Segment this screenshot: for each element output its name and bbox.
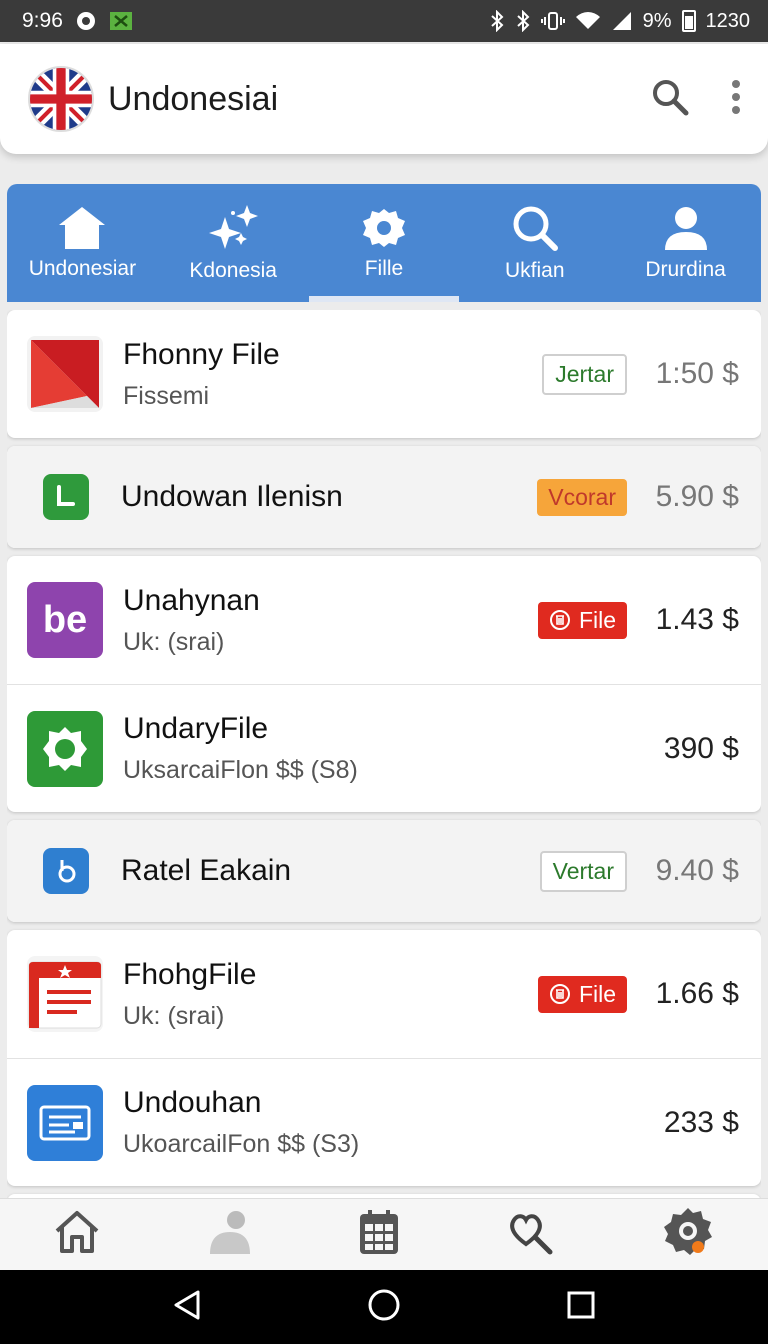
item-price: 1.43 $ [655, 603, 739, 636]
tab-drurdina[interactable]: Drurdina [610, 184, 761, 302]
item-subtitle: UksarcaiFlon $$ (S8) [123, 756, 358, 784]
item-price: 5.90 $ [655, 480, 739, 513]
item-title: Unahynan [123, 583, 260, 617]
item-price: 233 $ [663, 1105, 739, 1139]
bluetooth-icon [489, 10, 505, 32]
notification-icon [75, 10, 97, 32]
search-icon[interactable] [650, 77, 690, 122]
list-item[interactable]: FhohgFile Uk: (srai) File 1.66 $ [7, 930, 761, 1058]
gear-icon [362, 209, 405, 247]
list-item[interactable]: be Unahynan Uk: (srai) File 1.43 $ [7, 556, 761, 684]
item-title: FhohgFile [123, 957, 257, 991]
item-price: 390 $ [663, 731, 739, 765]
item-price: 9.40 $ [655, 854, 739, 887]
item-subtitle: UkoarcailFon $$ (S3) [123, 1130, 360, 1158]
calendar-icon[interactable] [358, 1208, 400, 1261]
battery-percent: 9% [642, 9, 672, 32]
app-title: Undonesiai [108, 79, 279, 118]
tab-bar: Undonesiar Kdonesia Fille Ukfian Drurdin… [7, 184, 761, 302]
status-clock: 1230 [705, 9, 751, 32]
list-card: Ratel Eakain Vertar 9.40 $ [7, 820, 761, 922]
list-item[interactable]: Undowan Ilenisn Vcorar 5.90 $ [7, 446, 761, 548]
item-price: 1.66 $ [655, 977, 739, 1010]
behance-icon: be [27, 582, 103, 658]
item-title: UndaryFile [123, 712, 269, 745]
signal-icon [611, 11, 633, 31]
item-subtitle: Uk: (srai) [123, 1001, 225, 1030]
status-badge[interactable]: Vcorar [537, 478, 627, 516]
list-item[interactable]: Undouhan UkoarcailFon $$ (S3) 233 $ [7, 1058, 761, 1186]
trash-icon [549, 610, 570, 630]
profile-icon[interactable] [208, 1208, 252, 1261]
file-badge[interactable]: File [537, 975, 627, 1013]
tab-kdonesia[interactable]: Kdonesia [158, 184, 309, 302]
tab-fille[interactable]: Fille [308, 184, 460, 302]
system-nav [0, 1270, 768, 1344]
spreadsheet-icon [109, 11, 133, 31]
search-icon [513, 206, 558, 251]
item-title: Ratel Eakain [121, 854, 292, 887]
file-list: Fhonny File Fissemi Jertar 1:50 $ Undowa… [7, 310, 761, 1200]
phone-icon [43, 474, 89, 520]
item-title: Undouhan [123, 1086, 262, 1119]
list-card: Undowan Ilenisn Vcorar 5.90 $ [7, 446, 761, 548]
search-heart-icon[interactable] [506, 1208, 554, 1261]
list-card: Fhonny File Fissemi Jertar 1:50 $ [7, 310, 761, 438]
item-subtitle: Uk: (srai) [123, 627, 225, 656]
tab-label: Fille [364, 257, 404, 280]
home-icon [59, 207, 106, 249]
vibrate-icon [540, 10, 565, 32]
trash-icon [549, 984, 570, 1004]
tab-label: Ukfian [505, 259, 565, 282]
item-title: Undowan Ilenisn [121, 480, 343, 513]
list-item[interactable]: UndaryFile UksarcaiFlon $$ (S8) 390 $ [7, 684, 761, 812]
document-icon [27, 956, 103, 1032]
folder-icon [27, 336, 103, 412]
item-price: 1:50 $ [655, 357, 739, 390]
battery-icon [681, 10, 696, 32]
item-title: Fhonny File [123, 337, 280, 371]
item-subtitle: Fissemi [123, 381, 210, 410]
more-vert-icon[interactable] [730, 79, 742, 120]
status-time: 9:96 [22, 9, 63, 32]
list-item[interactable]: Fhonny File Fissemi Jertar 1:50 $ [7, 310, 761, 438]
flower-icon [27, 710, 103, 787]
status-bar: 9:96 9% 1230 [0, 0, 768, 42]
bottom-nav [0, 1198, 768, 1270]
tab-ukfian[interactable]: Ukfian [459, 184, 610, 302]
home-icon[interactable] [53, 1209, 101, 1260]
tab-label: Kdonesia [189, 259, 277, 282]
status-badge[interactable]: Vertar [539, 850, 627, 892]
list-item[interactable]: Ratel Eakain Vertar 9.40 $ [7, 820, 761, 922]
tab-label: Undonesiar [28, 257, 137, 280]
app-bar: Undonesiai [0, 44, 768, 154]
tab-undonesiar[interactable]: Undonesiar [7, 184, 158, 302]
back-icon[interactable] [172, 1289, 202, 1326]
sparkles-icon [209, 205, 259, 249]
home-circle-icon[interactable] [367, 1288, 401, 1327]
news-icon [27, 1084, 103, 1161]
file-badge[interactable]: File [537, 601, 627, 639]
bluetooth-icon-2 [515, 10, 531, 32]
wifi-icon [575, 11, 601, 31]
recents-icon[interactable] [566, 1290, 596, 1325]
person-icon [664, 207, 707, 250]
app-b-icon [43, 848, 89, 894]
flag-icon[interactable] [28, 66, 94, 132]
status-badge[interactable]: Jertar [542, 353, 627, 395]
list-card: FhohgFile Uk: (srai) File 1.66 $ Undouha… [7, 930, 761, 1186]
tab-label: Drurdina [645, 258, 726, 281]
list-card: be Unahynan Uk: (srai) File 1.43 $ Undar… [7, 556, 761, 812]
settings-icon[interactable] [661, 1205, 715, 1264]
